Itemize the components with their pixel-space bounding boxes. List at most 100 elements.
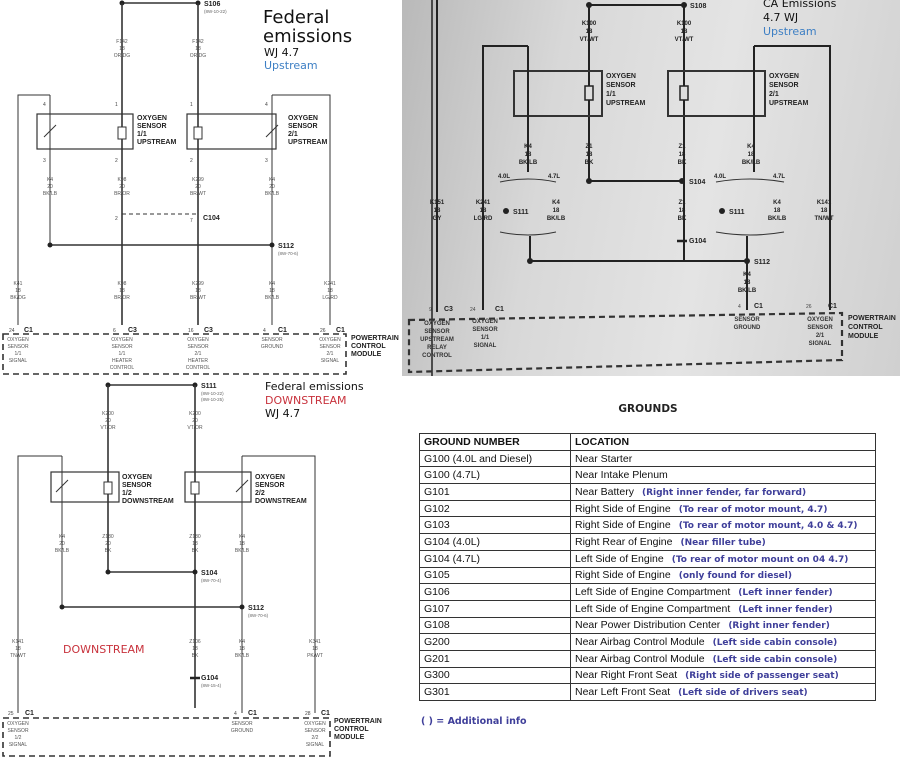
diagram-label: 1 (190, 102, 193, 108)
diagram-label: 4.0L (714, 174, 726, 180)
ground-number-cell: G100 (4.0L and Diesel) (419, 449, 571, 468)
diagram-label: SIGNAL (9, 358, 28, 364)
table-row: G101 Near Battery (Right inner fender, far… (419, 483, 876, 501)
diagram-label: SENSOR (734, 317, 760, 323)
downstream-watermark: DOWNSTREAM (63, 643, 145, 656)
diagram-label: 2/1 (288, 131, 298, 138)
diagram-label: VT/OR (100, 425, 116, 431)
diagram-label: SENSOR (7, 728, 29, 734)
diagram-label: (8W-10-22) (204, 9, 227, 14)
location-text: Near Battery (575, 485, 634, 498)
diagram-label: 1 (115, 102, 118, 108)
ca-upstream-diagram-photo: S108 K100 18 VT/WT K100 18 VT/WT OXYGEN … (402, 0, 900, 376)
location-note: (Left inner fender) (738, 588, 833, 599)
diagram-label: 2/2 (312, 735, 319, 741)
diagram-label: SENSOR (319, 344, 341, 350)
diagram-label: 18 (586, 29, 593, 35)
diagram-label: 26 (320, 328, 326, 334)
diagram-label: K200 (102, 411, 114, 417)
diagram-label: 1/1 (15, 351, 22, 357)
location-cell: Right Side of Engine (To rear of motor mo… (570, 516, 876, 535)
diagram-label: K41 (14, 281, 23, 287)
diagram-label: K4 (524, 144, 532, 150)
table-row: G102 Right Side of Engine (To rear of moto… (419, 499, 876, 518)
location-text: Left Side of Engine Compartment (575, 602, 731, 615)
ground-number-cell: G100 (4.7L) (419, 466, 571, 485)
diagram-label: 18 (327, 288, 333, 294)
diagram-label: 4.7L (773, 174, 785, 180)
diagram-label: SENSOR (807, 325, 833, 331)
diagram-label: 25 (8, 711, 14, 717)
table-row: G301 Near Left Front Seat (Left side of dr… (419, 683, 876, 701)
location-cell: Right Rear of Engine (Near filler tube) (570, 533, 876, 551)
diagram-label: 20 (105, 418, 111, 424)
diagram-label: K4 (269, 281, 275, 287)
diagram-label: TN/WT (815, 216, 834, 222)
diagram-label: DOWNSTREAM (255, 498, 307, 505)
diagram-label: SIGNAL (9, 742, 28, 748)
diagram-label: 18 (192, 541, 198, 547)
diagram-label: (8W-70-6) (278, 251, 299, 256)
location-note: (To rear of motor mount, 4.7) (678, 504, 828, 515)
diagram-label: 1/1 (119, 351, 126, 357)
diagram-label: C1 (24, 327, 33, 334)
table-row: G300 Near Right Front Seat (Right side of … (419, 666, 876, 685)
location-note: (only found for diesel) (678, 571, 792, 582)
diagram-label: POWERTRAIN (848, 315, 896, 322)
diagram-label: OXYGEN (606, 73, 636, 80)
diagram-label: 2 (115, 158, 118, 164)
diagram-label: MODULE (848, 333, 879, 340)
diagram-label: 2 (115, 216, 118, 222)
diagram-label: 6 (113, 328, 116, 334)
diagram-label: VT/WT (675, 37, 694, 43)
location-note: (Left side cabin console) (712, 654, 838, 665)
table-row: G108 Near Power Distribution Center (Right… (419, 616, 876, 635)
diagram-label: MODULE (334, 734, 365, 741)
diagram-label: 24 (470, 307, 476, 313)
splice-s106: S106 (204, 1, 220, 8)
diagram-label: G104 (689, 238, 706, 245)
ground-number-cell: G106 (419, 583, 571, 601)
ground-number-cell: G107 (419, 599, 571, 618)
diagram-label: F142 (116, 39, 128, 45)
diagram-label: UPSTREAM (288, 139, 327, 146)
table-row: G100 (4.0L and Diesel) Near Starter (419, 449, 876, 468)
location-text: Near Airbag Control Module (575, 636, 705, 649)
diagram-label: K4 (747, 144, 755, 150)
diagram-label: SIGNAL (321, 358, 340, 364)
table-row: G200 Near Airbag Control Module (Left side… (419, 633, 876, 651)
diagram-label: OR/DG (114, 53, 131, 59)
diagram-label: K100 (677, 21, 692, 27)
table-row: G201 Near Airbag Control Module (Left side… (419, 649, 876, 668)
location-cell: Left Side of Engine Compartment (Left inn… (570, 583, 876, 601)
diagram-label: GROUND (261, 344, 284, 350)
diagram-label: 20 (192, 418, 198, 424)
diagram-label: K141 (12, 639, 24, 645)
diagram-label: VT/WT (580, 37, 599, 43)
location-note: (Right inner fender, far forward) (641, 487, 807, 498)
diagram-label: UPSTREAM (420, 337, 454, 343)
diagram-label: GROUND (734, 325, 761, 331)
diagram-label: HEATER (188, 358, 208, 364)
diagram-label: SENSOR (137, 123, 167, 130)
location-text: Left Side of Engine Compartment (575, 586, 731, 599)
diagram-label: K200 (189, 411, 201, 417)
diagram-label: 1/1 (137, 131, 147, 138)
location-cell: Left Side of Engine Compartment (Left inn… (570, 599, 876, 618)
location-text: Right Rear of Engine (575, 535, 673, 548)
location-cell: Near Power Distribution Center (Right inn… (570, 616, 876, 635)
diagram-label: 18 (553, 208, 560, 214)
ground-number-cell: G300 (419, 666, 571, 685)
diagram-label: S111 (729, 209, 745, 216)
federal-downstream-model: WJ 4.7 (265, 407, 301, 420)
grounds-table: GROUND NUMBER LOCATION G100 (4.0L and Di… (419, 433, 876, 701)
column-header-location: LOCATION (570, 433, 876, 451)
diagram-label: 1/1 (481, 335, 490, 341)
diagram-label: BK/LB (547, 216, 566, 222)
location-cell: Near Left Front Seat (Left side of driver… (570, 683, 876, 701)
location-text: Near Starter (575, 452, 633, 465)
diagram-label: BK (678, 216, 687, 222)
diagram-label: SENSOR (111, 344, 133, 350)
ground-number-cell: G104 (4.7L) (419, 549, 571, 568)
diagram-label: 18 (744, 280, 751, 286)
